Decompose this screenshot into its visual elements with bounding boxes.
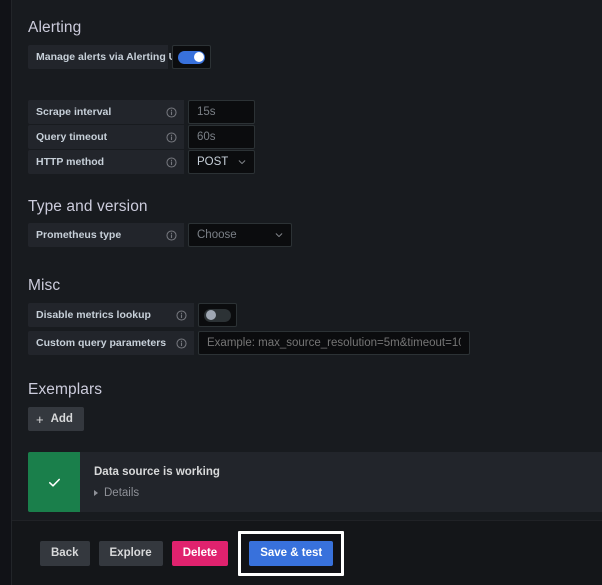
- section-exemplars-title: Exemplars: [28, 381, 103, 398]
- info-icon[interactable]: [176, 309, 187, 321]
- http-method-select[interactable]: POST: [188, 150, 255, 174]
- field-manage-alerts: Manage alerts via Alerting UI: [28, 45, 211, 69]
- scrape-interval-control: 15s: [188, 100, 255, 124]
- explore-button[interactable]: Explore: [98, 540, 163, 566]
- scrape-interval-label: Scrape interval: [28, 100, 184, 124]
- save-test-focus-highlight: Save & test: [238, 530, 345, 576]
- info-icon[interactable]: [176, 337, 187, 349]
- section-alerting-title: Alerting: [28, 19, 82, 36]
- scrape-interval-input[interactable]: 15s: [188, 100, 255, 124]
- caret-right-icon: [94, 489, 98, 496]
- datasource-status-alert: Data source is working Details: [28, 452, 602, 512]
- query-timeout-label: Query timeout: [28, 125, 184, 149]
- manage-alerts-label: Manage alerts via Alerting UI: [28, 45, 179, 69]
- disable-metrics-lookup-control: [198, 303, 237, 327]
- status-alert-details-toggle[interactable]: Details: [94, 487, 220, 499]
- add-exemplar-button-wrap: + Add: [28, 407, 84, 431]
- field-query-timeout: Query timeout 60s: [28, 125, 255, 149]
- info-icon[interactable]: [166, 106, 177, 118]
- toggle-knob: [205, 310, 216, 320]
- section-type-version-title: Type and version: [28, 198, 148, 215]
- prometheus-type-label: Prometheus type: [28, 223, 184, 247]
- query-timeout-input[interactable]: 60s: [188, 125, 255, 149]
- info-icon[interactable]: [166, 131, 177, 143]
- prometheus-type-select[interactable]: Choose: [188, 223, 292, 247]
- datasource-settings-page: Alerting Manage alerts via Alerting UI S…: [0, 0, 602, 585]
- custom-query-parameters-input[interactable]: [198, 331, 470, 355]
- info-icon[interactable]: [166, 229, 177, 241]
- toggle-track-off[interactable]: [204, 308, 231, 322]
- disable-metrics-lookup-toggle[interactable]: [198, 303, 237, 327]
- prometheus-type-control: Choose: [188, 223, 292, 247]
- field-disable-metrics-lookup: Disable metrics lookup: [28, 303, 237, 327]
- field-custom-query-parameters: Custom query parameters: [28, 331, 470, 355]
- status-alert-details-label: Details: [104, 486, 140, 499]
- back-button[interactable]: Back: [40, 540, 90, 566]
- http-method-label: HTTP method: [28, 150, 184, 174]
- check-icon: [28, 452, 80, 512]
- field-prometheus-type: Prometheus type Choose: [28, 223, 292, 247]
- toggle-knob: [193, 52, 204, 62]
- query-timeout-control: 60s: [188, 125, 255, 149]
- disable-metrics-lookup-label: Disable metrics lookup: [28, 303, 194, 327]
- info-icon[interactable]: [166, 156, 177, 168]
- manage-alerts-toggle[interactable]: [172, 45, 211, 69]
- custom-query-parameters-control: [198, 331, 470, 355]
- collapsed-nav-strip: [0, 0, 12, 585]
- form-actions-toolbar: Back Explore Delete Save & test: [12, 520, 602, 585]
- field-scrape-interval: Scrape interval 15s: [28, 100, 255, 124]
- toggle-track-on[interactable]: [178, 50, 205, 64]
- settings-content-area: Alerting Manage alerts via Alerting UI S…: [12, 0, 602, 585]
- add-exemplar-button[interactable]: + Add: [28, 407, 84, 431]
- delete-button[interactable]: Delete: [171, 540, 229, 566]
- http-method-value: POST: [197, 156, 229, 168]
- chevron-down-icon: [237, 157, 247, 167]
- manage-alerts-control: [172, 45, 211, 69]
- plus-icon: +: [36, 411, 44, 427]
- section-misc-title: Misc: [28, 277, 61, 294]
- add-exemplar-label: Add: [50, 413, 73, 425]
- save-and-test-button[interactable]: Save & test: [249, 540, 334, 566]
- prometheus-type-value: Choose: [197, 229, 237, 241]
- chevron-down-icon: [274, 230, 284, 240]
- custom-query-parameters-label: Custom query parameters: [28, 331, 194, 355]
- http-method-control: POST: [188, 150, 255, 174]
- status-alert-title: Data source is working: [94, 465, 220, 478]
- field-http-method: HTTP method POST: [28, 150, 255, 174]
- status-alert-body: Data source is working Details: [80, 452, 220, 512]
